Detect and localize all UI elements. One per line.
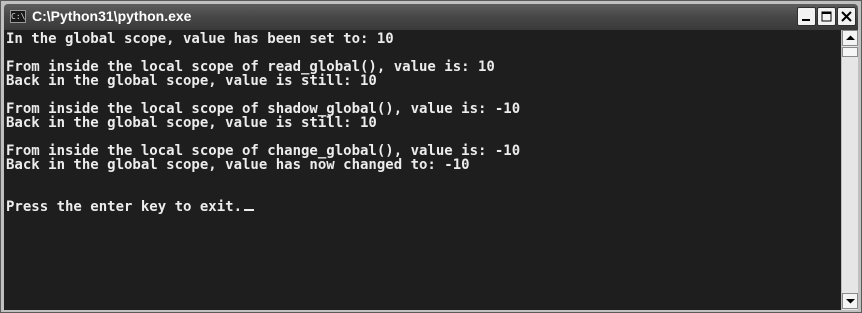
console-line: In the global scope, value has been set … [6,31,394,47]
scroll-up-button[interactable] [842,30,858,46]
maximize-button[interactable] [817,7,836,26]
window-title: C:\Python31\python.exe [32,8,192,24]
arrow-down-icon [846,299,855,304]
minimize-icon [802,19,810,21]
prompt-line: Press the enter key to exit. [6,200,520,214]
console-line: From inside the local scope of read_glob… [6,59,495,75]
vertical-scrollbar[interactable] [841,30,858,310]
console-line: From inside the local scope of shadow_gl… [6,101,521,117]
minimize-button[interactable] [797,7,816,26]
close-button[interactable] [837,7,856,26]
console-line: From inside the local scope of change_gl… [6,143,521,159]
text-cursor [244,209,255,211]
scroll-down-button[interactable] [842,293,858,309]
title-bar[interactable]: C:\ C:\Python31\python.exe [4,4,858,30]
console-icon[interactable]: C:\ [10,10,26,23]
console-output[interactable]: In the global scope, value has been set … [4,30,841,310]
scrollbar-thumb[interactable] [842,47,858,57]
console-line: Back in the global scope, value is still… [6,115,377,131]
maximize-icon [821,11,832,22]
console-window: C:\ C:\Python31\python.exe In the global… [0,0,862,313]
console-line: Back in the global scope, value is still… [6,73,377,89]
prompt-text: Press the enter key to exit. [6,199,243,215]
console-lines: In the global scope, value has been set … [6,32,520,214]
arrow-up-icon [846,35,855,40]
close-icon [841,11,852,22]
console-line: Back in the global scope, value has now … [6,157,470,173]
